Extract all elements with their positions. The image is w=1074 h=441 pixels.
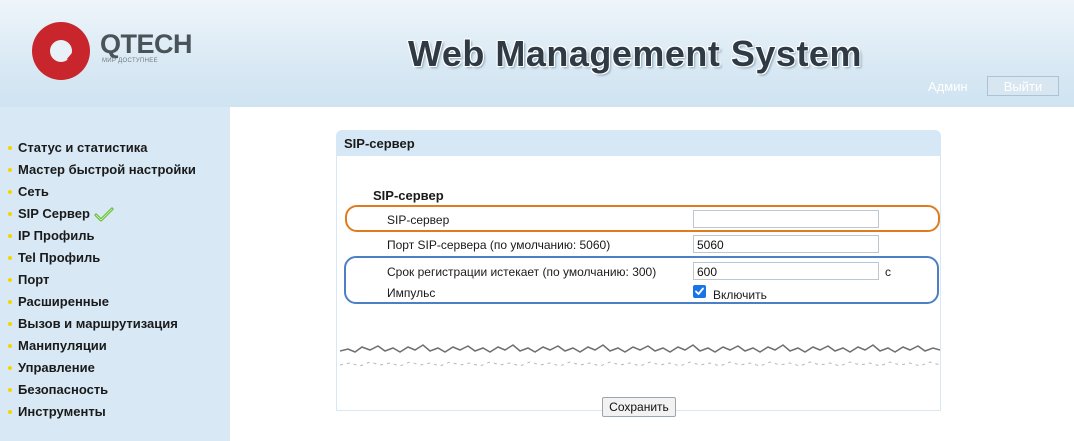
sidebar-item-tools[interactable]: Инструменты bbox=[8, 401, 196, 423]
sidebar-item-advanced[interactable]: Расширенные bbox=[8, 291, 196, 313]
bullet-icon bbox=[8, 366, 12, 370]
sidebar-item-label: Инструменты bbox=[18, 404, 106, 419]
current-user-label: Админ bbox=[928, 79, 968, 94]
bullet-icon bbox=[8, 190, 12, 194]
sidebar-item-label: Статус и статистика bbox=[18, 140, 148, 155]
sidebar-item-sip-server[interactable]: SIP Сервер bbox=[8, 203, 196, 225]
sidebar-item-label: Сеть bbox=[18, 184, 49, 199]
qtech-logo: QTECH МИР ДОСТУПНЕЕ bbox=[28, 18, 198, 80]
sip-port-label: Порт SIP-сервера (по умолчанию: 5060) bbox=[387, 238, 611, 252]
sidebar-item-label: IP Профиль bbox=[18, 228, 95, 243]
sidebar-item-port[interactable]: Порт bbox=[8, 269, 196, 291]
bullet-icon bbox=[8, 388, 12, 392]
sidebar-item-label: Tel Профиль bbox=[18, 250, 101, 265]
sidebar-item-label: Мастер быстрой настройки bbox=[18, 162, 196, 177]
save-button[interactable]: Сохранить bbox=[602, 397, 676, 417]
bullet-icon bbox=[8, 410, 12, 414]
bullet-icon bbox=[8, 322, 12, 326]
sidebar-item-tel-profile[interactable]: Tel Профиль bbox=[8, 247, 196, 269]
sip-port-input[interactable]: 5060 bbox=[693, 235, 879, 253]
sip-port-row: Порт SIP-сервера (по умолчанию: 5060) 50… bbox=[387, 235, 883, 257]
bullet-icon bbox=[8, 234, 12, 238]
panel-title: SIP-сервер bbox=[344, 136, 415, 151]
bullet-icon bbox=[8, 278, 12, 282]
panel-header: SIP-сервер bbox=[336, 130, 941, 156]
bullet-icon bbox=[8, 212, 12, 216]
sidebar-item-label: Порт bbox=[18, 272, 50, 287]
highlight-frame-blue bbox=[344, 256, 939, 304]
sidebar-item-label: Вызов и маршрутизация bbox=[18, 316, 178, 331]
sidebar-item-quick-setup[interactable]: Мастер быстрой настройки bbox=[8, 159, 196, 181]
bullet-icon bbox=[8, 344, 12, 348]
brand-name: QTECH bbox=[100, 29, 193, 59]
section-title: SIP-сервер bbox=[373, 188, 444, 203]
bullet-icon bbox=[8, 168, 12, 172]
sidebar-item-label: Расширенные bbox=[18, 294, 109, 309]
app-title: Web Management System bbox=[408, 33, 862, 74]
bullet-icon bbox=[8, 146, 12, 150]
check-icon bbox=[94, 207, 114, 222]
bullet-icon bbox=[8, 300, 12, 304]
sidebar-item-label: SIP Сервер bbox=[18, 206, 90, 221]
sidebar-item-label: Манипуляции bbox=[18, 338, 107, 353]
logout-button[interactable]: Выйти bbox=[987, 76, 1059, 96]
brand-tagline: МИР ДОСТУПНЕЕ bbox=[102, 58, 158, 64]
sidebar-nav: Статус и статистика Мастер быстрой настр… bbox=[8, 137, 196, 423]
sidebar-item-label: Управление bbox=[18, 360, 95, 375]
sidebar-item-network[interactable]: Сеть bbox=[8, 181, 196, 203]
sidebar-item-management[interactable]: Управление bbox=[8, 357, 196, 379]
torn-edge-divider bbox=[340, 344, 940, 367]
sidebar-item-ip-profile[interactable]: IP Профиль bbox=[8, 225, 196, 247]
header: QTECH МИР ДОСТУПНЕЕ Web Management Syste… bbox=[0, 0, 1074, 107]
bullet-icon bbox=[8, 256, 12, 260]
sidebar-item-call-routing[interactable]: Вызов и маршрутизация bbox=[8, 313, 196, 335]
sidebar-item-security[interactable]: Безопасность bbox=[8, 379, 196, 401]
sidebar-item-manipulations[interactable]: Манипуляции bbox=[8, 335, 196, 357]
sidebar-item-label: Безопасность bbox=[18, 382, 109, 397]
highlight-frame-orange bbox=[345, 205, 940, 232]
sidebar-item-status[interactable]: Статус и статистика bbox=[8, 137, 196, 159]
